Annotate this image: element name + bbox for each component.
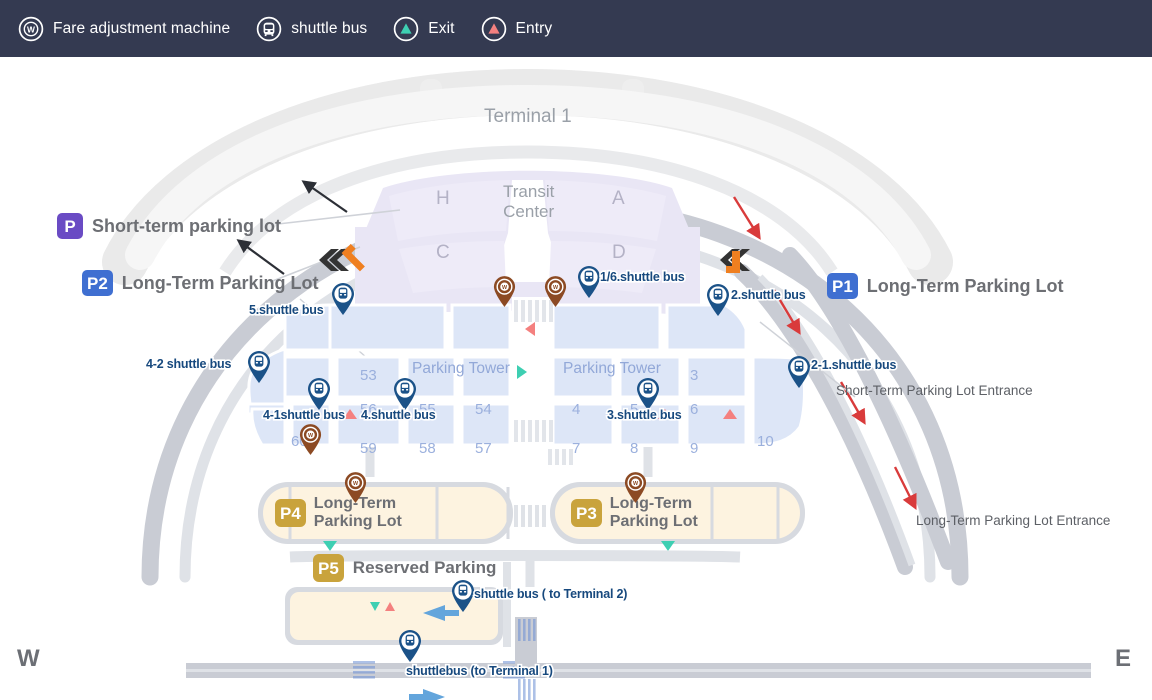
fare-adjustment-machine-icon: W xyxy=(18,16,44,41)
lot-inline-text-p5: Reserved Parking xyxy=(352,558,497,578)
shuttle-label-terminal-1: shuttlebus (to Terminal 1) xyxy=(404,662,554,679)
divider-stripes-mid xyxy=(514,505,546,527)
lot-inline-p4-line2: Parking Lot xyxy=(313,513,402,531)
p-badge-short-term: P xyxy=(57,213,83,239)
stall-59: 59 xyxy=(360,440,377,457)
zone-label-h: H xyxy=(436,188,450,209)
parking-tower-label-left: Parking Tower xyxy=(412,360,510,377)
stall-53: 53 xyxy=(360,367,377,384)
compass-west: W xyxy=(17,645,40,672)
shuttle-label-1-6: 1/6.shuttle bus xyxy=(598,268,686,285)
zone-label-a: A xyxy=(612,188,625,209)
shuttle-label-5: 5.shuttle bus xyxy=(247,301,325,318)
zone-label-c: C xyxy=(436,242,450,263)
note-short-term-entrance: Short-Term Parking Lot Entrance xyxy=(836,383,1033,398)
shuttle-label-2: 2.shuttle bus xyxy=(729,286,807,303)
legend-item-shuttle-bus[interactable]: shuttle bus xyxy=(256,16,367,42)
terminal-title: Terminal 1 xyxy=(484,106,572,127)
fare-machine-pin-3-icon[interactable]: W xyxy=(298,423,323,456)
fare-machine-pin-2-icon[interactable]: W xyxy=(543,275,568,308)
lot-label-short-term[interactable]: P Short-term parking lot xyxy=(57,213,281,239)
lot-inline-p5[interactable]: P5 Reserved Parking xyxy=(313,554,496,582)
lot-label-p2[interactable]: P2 Long-Term Parking Lot xyxy=(82,270,318,296)
shuttle-label-4: 4.shuttle bus xyxy=(359,406,437,423)
legend-label-shuttle-bus: shuttle bus xyxy=(291,19,368,37)
p-badge-p5: P5 xyxy=(313,554,344,582)
fare-machine-pin-5-icon[interactable]: W xyxy=(623,471,648,504)
stall-7: 7 xyxy=(572,440,581,457)
stall-4: 4 xyxy=(572,401,581,418)
zone-label-d: D xyxy=(612,242,626,263)
stall-8: 8 xyxy=(630,440,639,457)
fare-machine-pin-4-icon[interactable]: W xyxy=(343,471,368,504)
lot-label-text-p1: Long-Term Parking Lot xyxy=(866,275,1064,296)
transit-center-title: Transit Center xyxy=(503,182,554,221)
stall-10: 10 xyxy=(757,433,774,450)
shuttle-pin-4-2-icon[interactable] xyxy=(246,350,272,384)
shuttle-pin-5-icon[interactable] xyxy=(330,282,356,316)
shuttle-label-terminal-2: shuttle bus ( to Terminal 2) xyxy=(472,585,629,602)
legend-item-entry[interactable]: Entry xyxy=(481,16,553,42)
compass-east: E xyxy=(1115,645,1132,672)
stall-3: 3 xyxy=(690,367,699,384)
lot-inline-p3-line2: Parking Lot xyxy=(609,513,698,531)
lot-label-text-p2: Long-Term Parking Lot xyxy=(121,272,319,293)
p-badge-p4: P4 xyxy=(275,499,306,528)
exit-marker-p3 xyxy=(661,541,675,551)
legend-label-entry: Entry xyxy=(515,19,553,37)
arrow-right-blue xyxy=(409,689,445,700)
shuttle-pin-terminal-2-icon[interactable] xyxy=(450,579,476,613)
crosswalk-left-lower xyxy=(548,449,573,465)
stall-57: 57 xyxy=(475,440,492,457)
exit-icon xyxy=(394,16,419,41)
fare-machine-pin-1-icon[interactable]: W xyxy=(492,275,517,308)
note-long-term-entrance: Long-Term Parking Lot Entrance xyxy=(916,513,1111,528)
shuttle-pin-terminal-1-icon[interactable] xyxy=(397,629,423,663)
p-badge-p1: P1 xyxy=(827,273,858,299)
legend-label-fare-adjustment-machine: Fare adjustment machine xyxy=(53,19,231,37)
stall-6: 6 xyxy=(690,401,699,418)
shuttle-pin-2-1-icon[interactable] xyxy=(786,355,812,389)
stall-9: 9 xyxy=(690,440,699,457)
lot-inline-p4[interactable]: P4 Long-Term Parking Lot xyxy=(275,495,402,532)
svg-text:W: W xyxy=(27,24,35,34)
parking-tower-label-right: Parking Tower xyxy=(563,360,661,377)
stall-58: 58 xyxy=(419,440,436,457)
shuttle-pin-2-icon[interactable] xyxy=(705,283,731,317)
shuttle-bus-icon xyxy=(256,16,282,41)
map-graphics xyxy=(102,68,1091,700)
vertical-crosswalk-lower xyxy=(518,679,536,700)
transit-center-line2: Center xyxy=(503,201,555,221)
stall-54: 54 xyxy=(475,401,492,418)
bottom-road-centerline xyxy=(186,669,1091,672)
legend-label-exit: Exit xyxy=(428,19,455,37)
legend-item-exit[interactable]: Exit xyxy=(393,16,454,42)
lot-label-p1[interactable]: P1 Long-Term Parking Lot xyxy=(827,273,1063,299)
shuttle-pin-3-icon[interactable] xyxy=(635,377,661,411)
airport-parking-map[interactable]: Terminal 1 Transit Center H A C D P Shor… xyxy=(0,57,1152,700)
shuttle-pin-1-6-icon[interactable] xyxy=(576,265,602,299)
shuttle-pin-4-icon[interactable] xyxy=(392,377,418,411)
exit-marker-p4 xyxy=(323,541,337,551)
shuttle-label-4-2: 4-2 shuttle bus xyxy=(144,355,233,372)
p-badge-p3: P3 xyxy=(571,499,602,528)
lot-label-text-short-term: Short-term parking lot xyxy=(92,215,282,236)
transit-center-line1: Transit xyxy=(503,182,555,201)
shuttle-label-2-1: 2-1.shuttle bus xyxy=(809,356,898,373)
shuttle-label-4-1: 4-1shuttle bus xyxy=(261,406,346,423)
shuttle-label-3: 3.shuttle bus xyxy=(605,406,683,423)
p-badge-p2: P2 xyxy=(82,270,113,296)
lane-p5-right xyxy=(503,562,511,647)
legend-bar: W Fare adjustment machine shuttle bus Ex… xyxy=(0,0,1152,57)
legend-item-fare-adjustment-machine[interactable]: W Fare adjustment machine xyxy=(18,16,230,42)
entry-icon xyxy=(481,16,506,41)
shuttle-pin-4-1-icon[interactable] xyxy=(306,377,332,411)
